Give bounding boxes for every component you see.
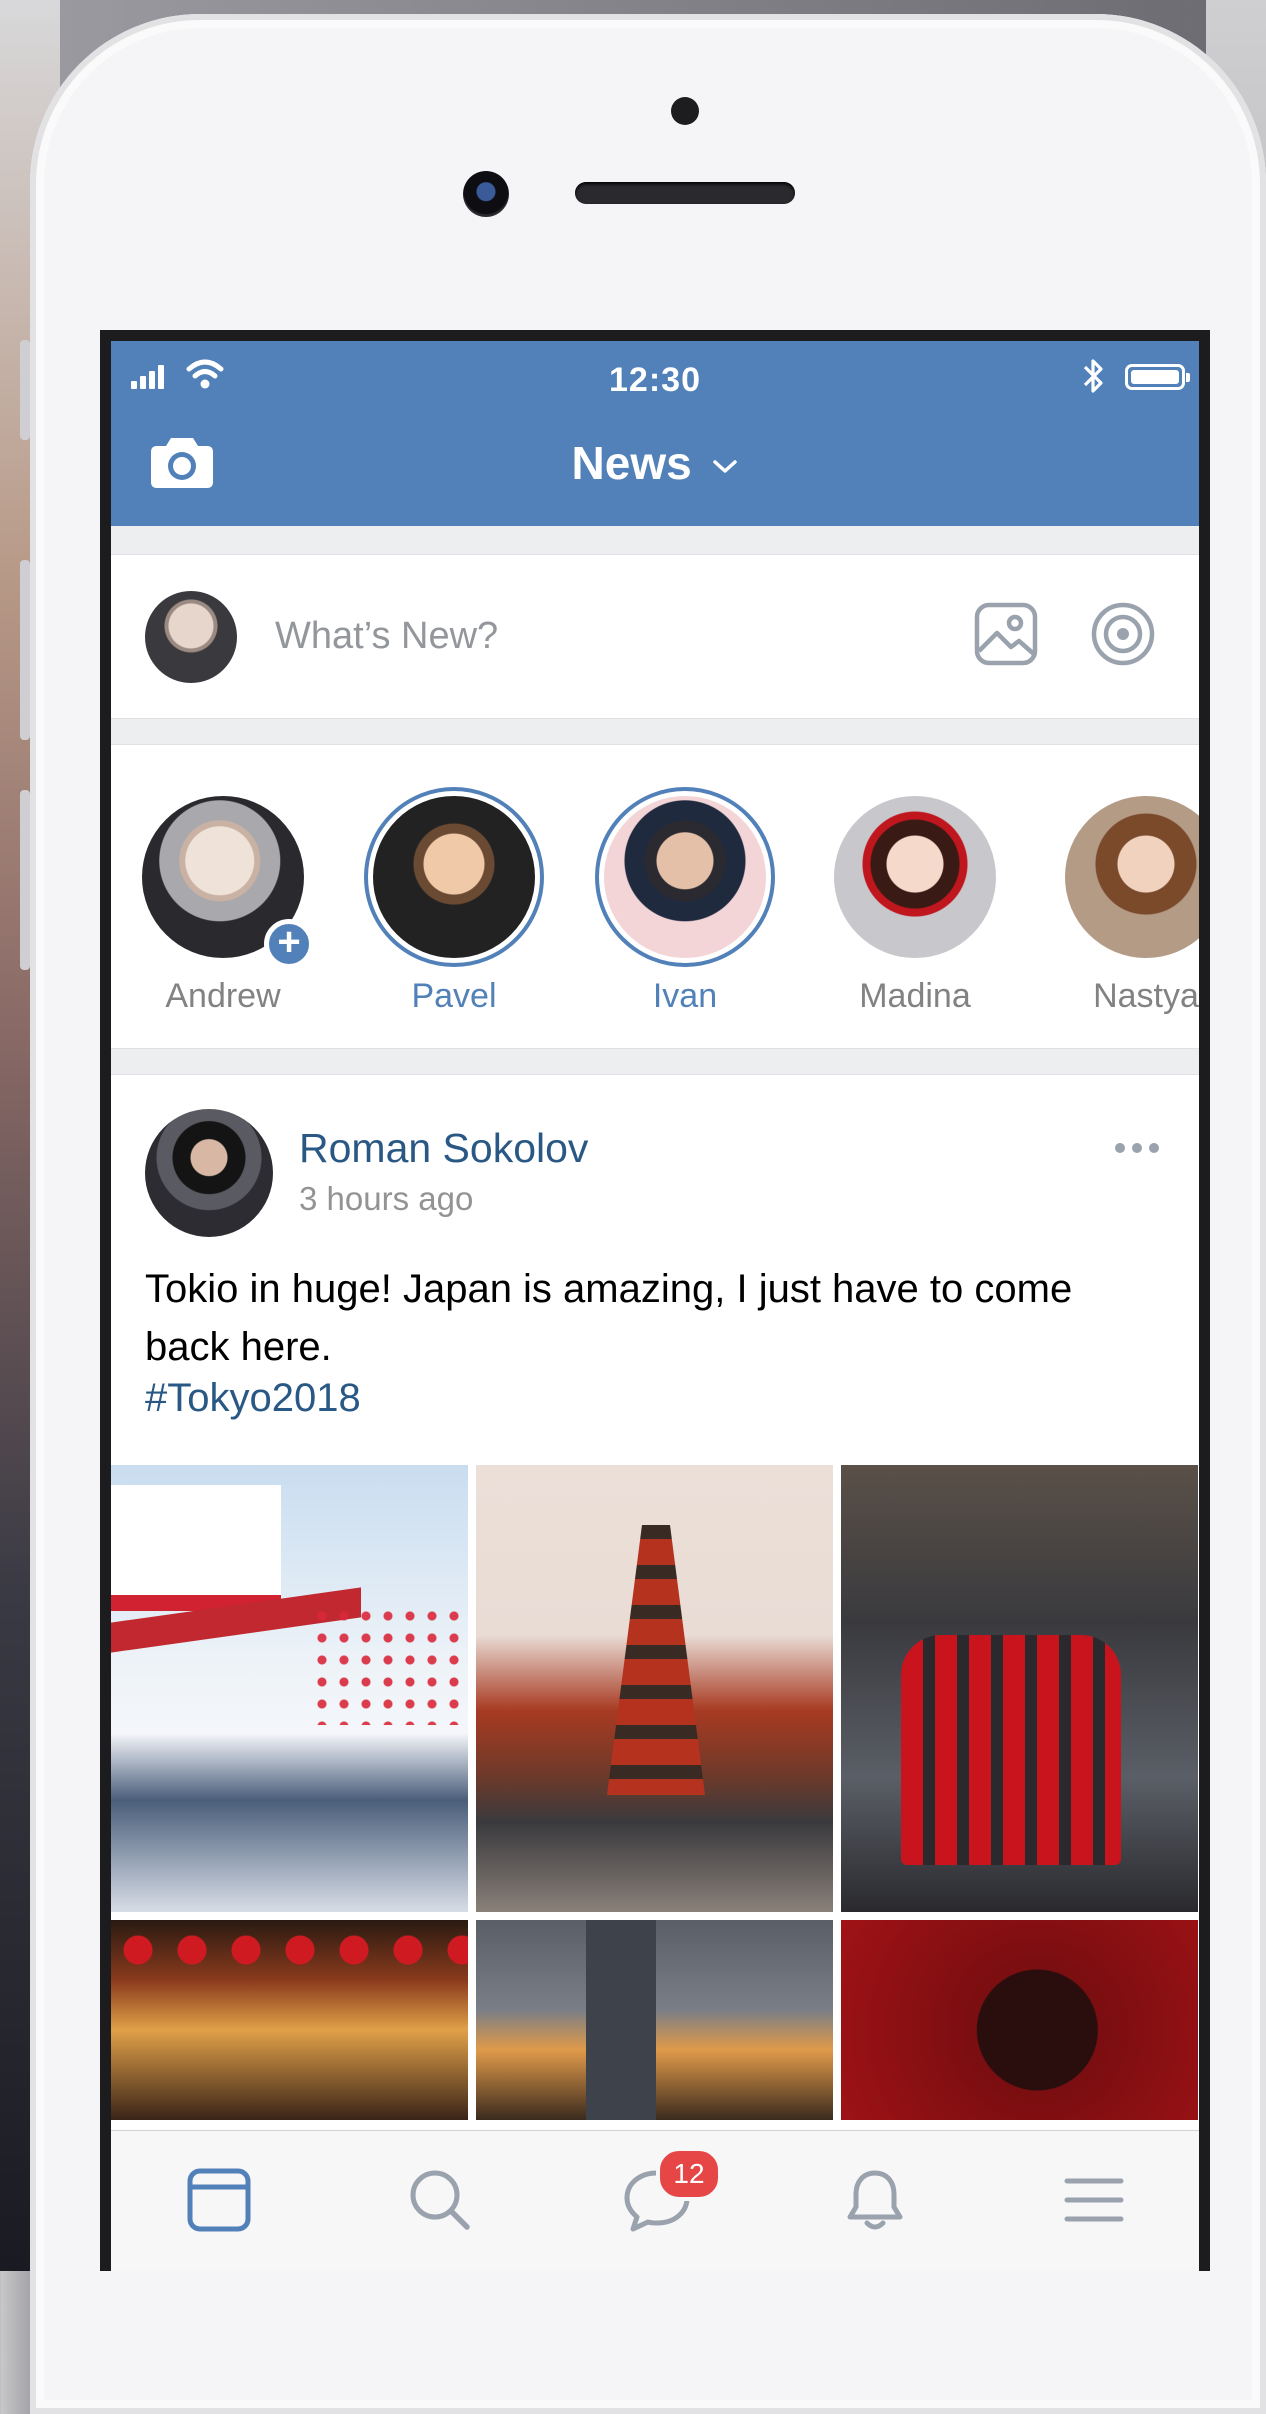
live-broadcast-icon[interactable] xyxy=(1090,601,1156,667)
avatar xyxy=(604,796,766,958)
post-hashtag-link[interactable]: #Tokyo2018 xyxy=(145,1376,361,1421)
photo-icon[interactable] xyxy=(973,601,1039,667)
story-madina[interactable]: Madina xyxy=(815,787,1015,1016)
stories-bar: + Andrew Pavel Ivan Madina Nastya xyxy=(111,744,1199,1049)
page-title: News xyxy=(571,437,692,489)
bluetooth-icon xyxy=(1083,359,1103,393)
more-options-icon[interactable] xyxy=(1115,1143,1159,1153)
post-text: Tokio in huge! Japan is amazing, I just … xyxy=(145,1267,1073,1369)
status-time: 12:30 xyxy=(609,361,701,399)
phone-screen: 12:30 News What’s New? + Andrew Pavel Iv… xyxy=(100,330,1210,2271)
story-name: Pavel xyxy=(411,977,497,1015)
story-nastya[interactable]: Nastya xyxy=(1046,787,1199,1016)
whats-new-input[interactable]: What’s New? xyxy=(275,615,498,658)
gallery-photo-6[interactable] xyxy=(841,1920,1198,2120)
gallery-photo-4[interactable] xyxy=(111,1920,468,2120)
story-name: Nastya xyxy=(1093,977,1199,1015)
tab-news-icon[interactable] xyxy=(186,2167,252,2233)
earpiece-speaker xyxy=(575,182,795,204)
battery-icon xyxy=(1125,364,1190,390)
story-name: Ivan xyxy=(652,977,718,1015)
volume-up-button xyxy=(20,560,30,740)
post-timestamp: 3 hours ago xyxy=(299,1180,474,1217)
proximity-sensor xyxy=(671,97,699,125)
gallery-photo-3[interactable] xyxy=(841,1465,1198,1912)
app-display: 12:30 News What’s New? + Andrew Pavel Iv… xyxy=(111,341,1199,2271)
tab-menu-icon[interactable] xyxy=(1061,2167,1127,2233)
avatar xyxy=(373,796,535,958)
mute-switch xyxy=(20,340,30,440)
add-story-plus-icon[interactable]: + xyxy=(264,919,314,969)
story-name: Madina xyxy=(859,977,971,1015)
chevron-down-icon xyxy=(713,460,738,473)
avatar xyxy=(834,796,996,958)
tab-bar: 12 xyxy=(111,2130,1199,2271)
tab-messages[interactable]: 12 xyxy=(621,2147,722,2238)
front-camera xyxy=(463,171,509,217)
unread-messages-badge: 12 xyxy=(656,2147,722,2201)
story-ivan[interactable]: Ivan xyxy=(585,787,785,1016)
post-author-name[interactable]: Roman Sokolov xyxy=(299,1125,588,1172)
story-pavel[interactable]: Pavel xyxy=(354,787,554,1016)
story-andrew[interactable]: + Andrew xyxy=(123,787,323,1016)
tab-search-icon[interactable] xyxy=(407,2167,473,2233)
volume-down-button xyxy=(20,790,30,970)
gallery-photo-5[interactable] xyxy=(476,1920,833,2120)
post-author-avatar[interactable] xyxy=(145,1109,273,1237)
gallery-photo-1[interactable] xyxy=(111,1465,468,1912)
top-bar: 12:30 News xyxy=(111,341,1199,526)
user-avatar[interactable] xyxy=(145,591,237,683)
avatar xyxy=(1065,796,1199,958)
post-card: Roman Sokolov 3 hours ago Tokio in huge!… xyxy=(111,1074,1199,2271)
feed-selector[interactable]: News xyxy=(111,436,1199,490)
composer-card: What’s New? xyxy=(111,554,1199,719)
gallery-photo-2[interactable] xyxy=(476,1465,833,1912)
story-name: Andrew xyxy=(165,977,281,1015)
tab-notifications-icon[interactable] xyxy=(842,2167,908,2233)
